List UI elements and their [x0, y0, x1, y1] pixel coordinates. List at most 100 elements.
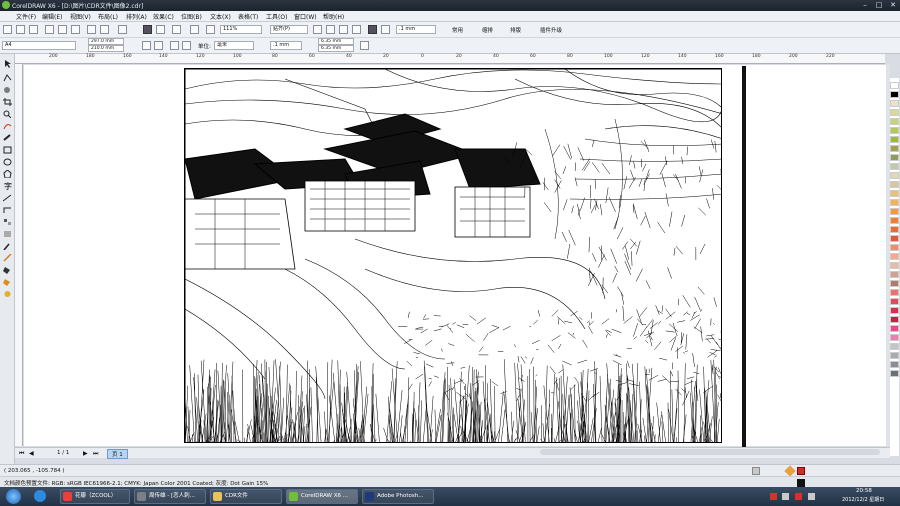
palette-swatch[interactable]	[890, 307, 899, 314]
welcome-screen-icon[interactable]	[206, 25, 215, 34]
palette-swatch[interactable]	[890, 82, 899, 89]
palette-swatch[interactable]	[890, 199, 899, 206]
vertical-scrollbar[interactable]	[886, 64, 890, 447]
workspace-layout[interactable]: 排版	[510, 26, 521, 34]
palette-swatch[interactable]	[890, 100, 899, 107]
guidelines-icon[interactable]	[352, 25, 361, 34]
options-icon[interactable]	[326, 25, 335, 34]
first-page-icon[interactable]: ⏮	[19, 450, 24, 458]
shape-tool-icon[interactable]	[3, 74, 12, 82]
all-pages-icon[interactable]	[170, 41, 179, 50]
ie-icon[interactable]	[34, 490, 46, 502]
paste-icon[interactable]	[71, 25, 80, 34]
current-page-icon[interactable]	[182, 41, 191, 50]
palette-swatch[interactable]	[890, 298, 899, 305]
task-photoshop[interactable]: Adobe Photosh...	[362, 489, 434, 504]
menu-view[interactable]: 视图(V)	[70, 12, 91, 21]
palette-swatch[interactable]	[890, 289, 899, 296]
palette-swatch[interactable]	[890, 208, 899, 215]
palette-swatch[interactable]	[890, 109, 899, 116]
export-icon[interactable]	[156, 25, 165, 34]
task-coreldraw[interactable]: CorelDRAW X6 ...	[286, 489, 358, 504]
redo-icon[interactable]	[100, 25, 109, 34]
menu-effects[interactable]: 效果(C)	[153, 12, 174, 21]
app-launcher-icon[interactable]	[190, 25, 199, 34]
palette-swatch[interactable]	[890, 217, 899, 224]
menu-edit[interactable]: 编辑(E)	[42, 12, 62, 21]
plugin-upgrade[interactable]: 插件升级	[540, 26, 562, 34]
rulers-icon[interactable]	[313, 25, 322, 34]
minimize-button[interactable]: –	[858, 0, 872, 10]
vertical-ruler[interactable]	[15, 64, 23, 446]
close-button[interactable]: ✕	[886, 0, 900, 10]
palette-swatch[interactable]	[890, 226, 899, 233]
sketch-artwork[interactable]	[184, 68, 722, 443]
palette-swatch[interactable]	[890, 370, 899, 377]
eyedropper-tool-icon[interactable]	[3, 242, 12, 251]
palette-swatch[interactable]	[890, 190, 899, 197]
palette-swatch[interactable]	[890, 181, 899, 188]
task-music[interactable]: 周传雄 - [恋人刺...	[134, 489, 206, 504]
nudge-distance-field-2[interactable]: .1 mm	[270, 41, 302, 50]
new-document-icon[interactable]	[3, 25, 12, 34]
palette-swatch[interactable]	[890, 118, 899, 125]
copy-icon[interactable]	[58, 25, 67, 34]
prev-page-icon[interactable]: ◀	[29, 450, 34, 457]
pick-tool-icon[interactable]	[3, 60, 12, 68]
text-tool-icon[interactable]: 字	[3, 181, 12, 191]
nudge-distance-field[interactable]: .1 mm	[396, 25, 436, 34]
import-icon[interactable]	[143, 25, 152, 34]
parallel-dimension-icon[interactable]	[2, 194, 12, 202]
snap-to-select[interactable]: 贴齐(P)	[270, 25, 308, 34]
palette-swatch[interactable]	[890, 154, 899, 161]
palette-swatch[interactable]	[890, 262, 899, 269]
palette-swatch[interactable]	[890, 271, 899, 278]
palette-swatch[interactable]	[890, 334, 899, 341]
options-menu-icon[interactable]	[360, 41, 369, 50]
menu-tools[interactable]: 工具(O)	[266, 12, 287, 21]
rectangle-tool-icon[interactable]	[3, 146, 12, 154]
maximize-button[interactable]: □	[872, 0, 886, 10]
next-page-icon[interactable]: ▶	[83, 450, 88, 457]
page-width-field[interactable]: 297.0 mm	[88, 38, 124, 45]
palette-swatch[interactable]	[890, 325, 899, 332]
workspace-common[interactable]: 常用	[452, 26, 463, 34]
palette-swatch[interactable]	[890, 361, 899, 368]
menu-layout[interactable]: 布局(L)	[98, 12, 118, 21]
polygon-tool-icon[interactable]	[3, 169, 12, 179]
search-content-icon[interactable]	[118, 25, 127, 34]
color-profile-text[interactable]: 文档颜色预置文件: RGB: sRGB IEC61966-2.1; CMYK: …	[4, 479, 268, 487]
task-browser[interactable]: 花瓣（ZCOOL）	[60, 489, 130, 504]
coreldraw-app-icon[interactable]	[2, 1, 10, 9]
palette-swatch[interactable]	[890, 136, 899, 143]
palette-swatch[interactable]	[890, 163, 899, 170]
menu-arrange[interactable]: 排列(A)	[126, 12, 147, 21]
transparency-tool-icon[interactable]	[3, 230, 12, 238]
fill-bucket-icon[interactable]	[784, 465, 796, 477]
horizontal-ruler[interactable]: 200 180 160 140 120 100 80 60 40 20 0 20…	[15, 54, 885, 64]
clock-date[interactable]: 2012/12/2 星期日	[842, 496, 884, 503]
palette-swatch[interactable]	[890, 91, 899, 98]
portrait-icon[interactable]	[142, 41, 151, 50]
tray-app-icon[interactable]	[770, 493, 777, 500]
zoom-tool-icon[interactable]	[3, 110, 12, 119]
start-button[interactable]	[6, 489, 21, 504]
tray-app-icon-2[interactable]	[795, 493, 802, 500]
connector-tool-icon[interactable]	[3, 206, 12, 214]
freehand-tool-icon[interactable]	[3, 122, 12, 130]
zoom-levels-select[interactable]: 111%	[220, 25, 262, 34]
fill-tool-icon[interactable]	[3, 266, 12, 274]
tray-volume-icon[interactable]	[808, 493, 815, 500]
align-guides-icon[interactable]	[381, 25, 390, 34]
menu-file[interactable]: 文件(F)	[16, 12, 36, 21]
smudge-tool-icon[interactable]	[3, 86, 12, 94]
duplicate-x-field[interactable]: 6.35 mm	[318, 38, 354, 45]
smart-fill-icon[interactable]	[3, 290, 12, 298]
landscape-icon[interactable]	[154, 41, 163, 50]
palette-swatch[interactable]	[890, 316, 899, 323]
horizontal-scrollbar[interactable]	[540, 449, 880, 455]
ellipse-tool-icon[interactable]	[3, 158, 12, 166]
palette-swatch[interactable]	[890, 343, 899, 350]
dynamic-guides-icon[interactable]	[368, 25, 377, 34]
workspace-indent[interactable]: 缩排	[482, 26, 493, 34]
